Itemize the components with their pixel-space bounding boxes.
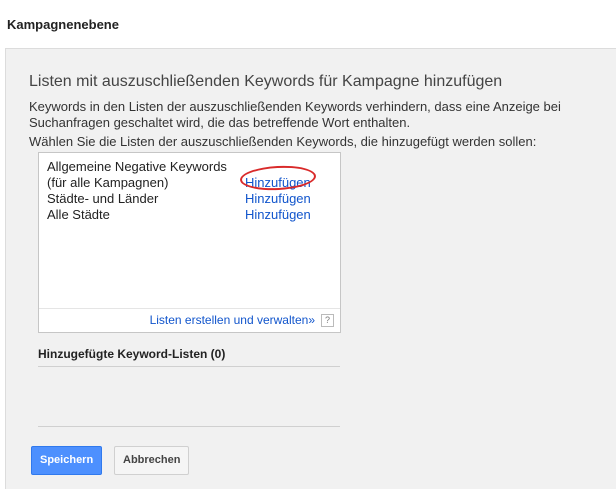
keyword-list-item: Städte- und Länder Hinzufügen <box>47 191 333 207</box>
add-list-link[interactable]: Hinzufügen <box>245 207 311 223</box>
cancel-button[interactable]: Abbrechen <box>114 446 190 475</box>
panel-instruction: Wählen Sie die Listen der auszuschließen… <box>29 134 537 149</box>
added-lists-title: Hinzugefügte Keyword-Listen (0) <box>38 347 226 361</box>
keyword-list-selector: Allgemeine Negative Keywords (für alle K… <box>38 152 341 333</box>
divider <box>38 426 340 427</box>
help-icon[interactable]: ? <box>321 314 334 327</box>
list-footer: Listen erstellen und verwalten» ? <box>39 308 340 332</box>
add-negative-keyword-lists-panel: Listen mit auszuschließenden Keywords fü… <box>5 48 616 489</box>
page: Kampagnenebene Listen mit auszuschließen… <box>0 0 616 489</box>
panel-description: Keywords in den Listen der auszuschließe… <box>29 99 561 130</box>
add-list-link[interactable]: Hinzufügen <box>245 191 311 207</box>
keyword-list-item: Alle Städte Hinzufügen <box>47 207 333 223</box>
divider <box>38 366 340 367</box>
keyword-list-name: Allgemeine Negative Keywords (für alle K… <box>47 159 227 190</box>
manage-lists-link[interactable]: Listen erstellen und verwalten» <box>150 313 315 327</box>
panel-heading: Listen mit auszuschließenden Keywords fü… <box>29 73 503 90</box>
page-title: Kampagnenebene <box>7 17 119 32</box>
add-list-link[interactable]: Hinzufügen <box>245 175 311 191</box>
save-button[interactable]: Speichern <box>31 446 103 475</box>
keyword-list-item: Allgemeine Negative Keywords (für alle K… <box>47 159 333 192</box>
keyword-list-name: Alle Städte <box>47 207 110 222</box>
keyword-list-name: Städte- und Länder <box>47 191 159 206</box>
